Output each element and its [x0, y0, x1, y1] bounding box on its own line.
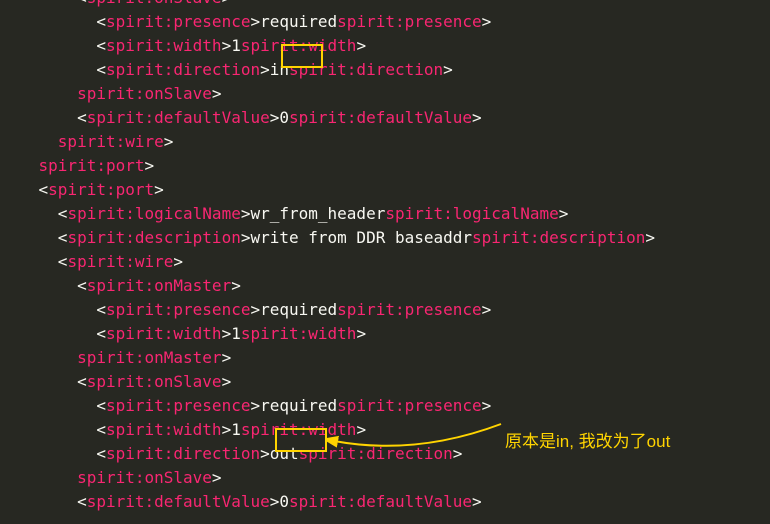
code-line: <spirit:defaultValue>0spirit:defaultValu…	[0, 490, 770, 514]
xml-text: required	[260, 300, 337, 319]
xml-tag: spirit:wire	[58, 132, 164, 151]
xml-tag: spirit:onSlave	[77, 84, 212, 103]
code-line: spirit:onSlave>	[0, 82, 770, 106]
xml-tag: spirit:defaultValue	[289, 492, 472, 511]
code-line: <spirit:presence>requiredspirit:presence…	[0, 10, 770, 34]
code-line: <spirit:width>1spirit:width>	[0, 34, 770, 58]
xml-tag: spirit:direction	[106, 444, 260, 463]
code-line: <spirit:onMaster>	[0, 274, 770, 298]
xml-tag: spirit:width	[106, 420, 222, 439]
xml-tag: spirit:direction	[289, 60, 443, 79]
xml-tag: spirit:description	[472, 228, 645, 247]
xml-tag: spirit:presence	[337, 396, 482, 415]
xml-text: 0	[279, 108, 289, 127]
xml-tag: spirit:presence	[106, 300, 251, 319]
code-line: <spirit:presence>requiredspirit:presence…	[0, 394, 770, 418]
code-line: spirit:port>	[0, 154, 770, 178]
xml-tag: spirit:width	[106, 36, 222, 55]
code-line: <spirit:port>	[0, 178, 770, 202]
xml-text: required	[260, 12, 337, 31]
xml-text: required	[260, 396, 337, 415]
xml-tag: spirit:width	[241, 324, 357, 343]
xml-tag: spirit:width	[106, 324, 222, 343]
xml-text: 1	[231, 36, 241, 55]
xml-tag: spirit:width	[241, 420, 357, 439]
code-line: <spirit:onSlave>	[0, 370, 770, 394]
xml-tag: spirit:onMaster	[87, 276, 232, 295]
xml-tag: spirit:presence	[106, 396, 251, 415]
xml-tag: spirit:logicalName	[67, 204, 240, 223]
xml-text: 0	[279, 492, 289, 511]
xml-text: 1	[231, 420, 241, 439]
xml-text: in	[270, 60, 289, 79]
xml-tag: spirit:defaultValue	[87, 108, 270, 127]
code-line: <spirit:defaultValue>0spirit:defaultValu…	[0, 106, 770, 130]
xml-tag: spirit:presence	[337, 300, 482, 319]
xml-tag: spirit:port	[48, 180, 154, 199]
code-line: spirit:onSlave>	[0, 466, 770, 490]
code-line: <spirit:direction>inspirit:direction>	[0, 58, 770, 82]
xml-tag: spirit:onSlave	[87, 0, 222, 7]
code-line: spirit:wire>	[0, 130, 770, 154]
xml-tag: spirit:defaultValue	[87, 492, 270, 511]
code-line: <spirit:logicalName>wr_from_headerspirit…	[0, 202, 770, 226]
xml-tag: spirit:description	[67, 228, 240, 247]
xml-tag: spirit:wire	[67, 252, 173, 271]
xml-tag: spirit:width	[241, 36, 357, 55]
xml-text: write from DDR baseaddr	[250, 228, 472, 247]
code-line: <spirit:onSlave>	[0, 0, 770, 10]
xml-text: out	[270, 444, 299, 463]
code-line: <spirit:presence>requiredspirit:presence…	[0, 298, 770, 322]
xml-tag: spirit:onSlave	[87, 372, 222, 391]
code-line: spirit:onMaster>	[0, 346, 770, 370]
code-line: <spirit:wire>	[0, 250, 770, 274]
xml-tag: spirit:presence	[106, 12, 251, 31]
xml-tag: spirit:onMaster	[77, 348, 222, 367]
xml-tag: spirit:defaultValue	[289, 108, 472, 127]
xml-tag: spirit:presence	[337, 12, 482, 31]
xml-text: 1	[231, 324, 241, 343]
xml-tag: spirit:logicalName	[385, 204, 558, 223]
code-line: <spirit:description>write from DDR basea…	[0, 226, 770, 250]
xml-tag: spirit:port	[39, 156, 145, 175]
code-line: <spirit:width>1spirit:width>	[0, 322, 770, 346]
xml-tag: spirit:onSlave	[77, 468, 212, 487]
xml-text: wr_from_header	[250, 204, 385, 223]
annotation-text: 原本是in, 我改为了out	[505, 430, 670, 454]
xml-tag: spirit:direction	[106, 60, 260, 79]
xml-tag: spirit:direction	[299, 444, 453, 463]
